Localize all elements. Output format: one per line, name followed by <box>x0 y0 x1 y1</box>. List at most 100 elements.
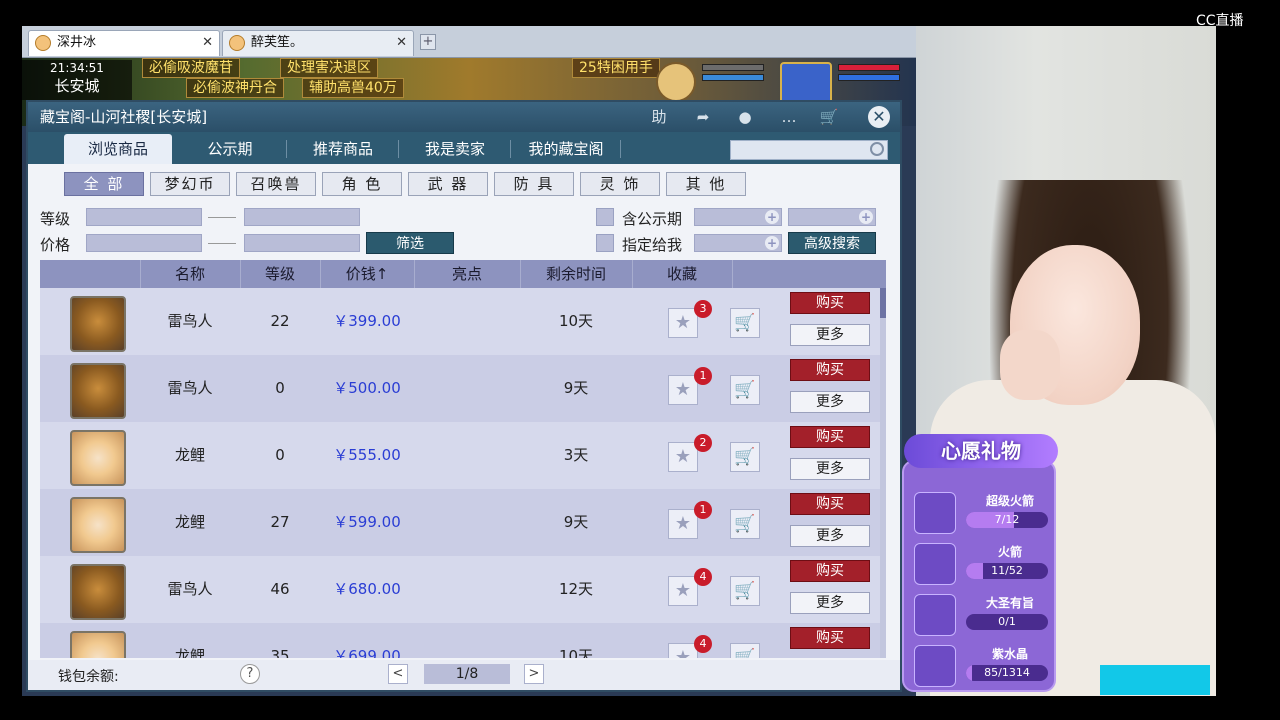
help-button[interactable]: ? <box>240 664 260 684</box>
item-avatar[interactable] <box>70 497 126 553</box>
search-input[interactable] <box>730 140 888 160</box>
buy-button[interactable]: 购买 <box>790 426 870 448</box>
browser-tab-1[interactable]: 深井冰 ✕ <box>28 30 220 56</box>
buy-button[interactable]: 购买 <box>790 627 870 649</box>
wish-item[interactable]: 火箭 11/52 <box>912 541 1052 589</box>
wish-item[interactable]: 超级火箭 7/12 <box>912 490 1052 538</box>
add-to-cart-icon[interactable]: 🛒 <box>730 375 760 405</box>
close-tab-icon[interactable]: ✕ <box>396 31 407 55</box>
table-row[interactable]: 龙鲤35￥699.0010天★4🛒购买更多 <box>40 623 886 658</box>
wish-item[interactable]: 紫水晶 85/1314 <box>912 643 1052 691</box>
tab-label: 深井冰 <box>57 35 97 50</box>
buy-button[interactable]: 购买 <box>790 292 870 314</box>
column-favorite[interactable]: 收藏 <box>632 260 732 288</box>
item-level: 0 <box>275 379 285 397</box>
tab-browse[interactable]: 浏览商品 <box>64 134 172 164</box>
public-select-2[interactable]: + <box>788 208 876 226</box>
new-tab-icon[interactable]: + <box>420 34 436 50</box>
favorite-star-icon[interactable]: ★ <box>668 308 698 338</box>
prev-page-button[interactable]: < <box>388 664 408 684</box>
item-price: ￥500.00 <box>333 379 401 397</box>
tab-public[interactable]: 公示期 <box>176 134 284 164</box>
category-currency[interactable]: 梦幻币 <box>150 172 230 196</box>
scrollbar[interactable] <box>880 288 886 658</box>
column-level[interactable]: 等级 <box>240 260 320 288</box>
pet-portrait-icon[interactable] <box>656 62 696 102</box>
table-row[interactable]: 雷鸟人 46 ￥680.00 12天 ★ 4 🛒 购买 更多 <box>40 556 886 623</box>
dialog-footer: 钱包余额: ? < 1/8 > <box>28 660 900 690</box>
column-name[interactable]: 名称 <box>140 260 240 288</box>
search-icon[interactable] <box>870 142 884 156</box>
price-min-input[interactable] <box>86 234 202 252</box>
category-accessory[interactable]: 灵 饰 <box>580 172 660 196</box>
plus-icon[interactable]: + <box>765 236 779 250</box>
favorite-star-icon[interactable]: ★ <box>668 509 698 539</box>
record-icon[interactable]: ● <box>734 106 756 128</box>
assigned-checkbox[interactable] <box>596 234 614 252</box>
advanced-search-button[interactable]: 高级搜索 <box>788 232 876 254</box>
category-all[interactable]: 全 部 <box>64 172 144 196</box>
tab-my-pavilion[interactable]: 我的藏宝阁 <box>512 134 620 164</box>
item-avatar[interactable] <box>70 363 126 419</box>
scrollbar-thumb[interactable] <box>880 288 886 318</box>
item-avatar[interactable] <box>70 296 126 352</box>
category-character[interactable]: 角 色 <box>322 172 402 196</box>
tab-seller[interactable]: 我是卖家 <box>400 134 510 164</box>
table-row[interactable]: 雷鸟人 0 ￥500.00 9天 ★ 1 🛒 购买 更多 <box>40 355 886 422</box>
cart-icon[interactable]: 🛒 <box>818 106 840 128</box>
buy-button[interactable]: 购买 <box>790 560 870 582</box>
plus-icon[interactable]: + <box>765 210 779 224</box>
add-to-cart-icon[interactable]: 🛒 <box>730 442 760 472</box>
item-avatar[interactable] <box>70 430 126 486</box>
public-select-1[interactable]: + <box>694 208 782 226</box>
level-max-input[interactable] <box>244 208 360 226</box>
add-to-cart-icon[interactable]: 🛒 <box>730 509 760 539</box>
buy-button[interactable]: 购买 <box>790 359 870 381</box>
public-period-checkbox[interactable] <box>596 208 614 226</box>
help-icon[interactable]: 助 <box>648 106 670 128</box>
chat-icon[interactable]: … <box>778 106 800 128</box>
add-to-cart-icon[interactable]: 🛒 <box>730 643 760 658</box>
table-row[interactable]: 龙鲤 27 ￥599.00 9天 ★ 1 🛒 购买 更多 <box>40 489 886 556</box>
column-divider <box>732 260 733 288</box>
close-icon[interactable]: ✕ <box>868 106 890 128</box>
filter-button[interactable]: 筛选 <box>366 232 454 254</box>
browser-tab-2[interactable]: 醉芙笙。 ✕ <box>222 30 414 56</box>
share-icon[interactable]: ➦ <box>692 106 714 128</box>
next-page-button[interactable]: > <box>524 664 544 684</box>
tab-recommended[interactable]: 推荐商品 <box>288 134 398 164</box>
item-avatar[interactable] <box>70 631 126 658</box>
price-max-input[interactable] <box>244 234 360 252</box>
more-button[interactable]: 更多 <box>790 458 870 480</box>
favorite-star-icon[interactable]: ★ <box>668 375 698 405</box>
wish-item[interactable]: 大圣有旨 0/1 <box>912 592 1052 640</box>
item-avatar[interactable] <box>70 564 126 620</box>
more-button[interactable]: 更多 <box>790 525 870 547</box>
category-other[interactable]: 其 他 <box>666 172 746 196</box>
add-to-cart-icon[interactable]: 🛒 <box>730 576 760 606</box>
add-to-cart-icon[interactable]: 🛒 <box>730 308 760 338</box>
assigned-select[interactable]: + <box>694 234 782 252</box>
wish-name: 大圣有旨 <box>985 596 1034 610</box>
buy-button[interactable]: 购买 <box>790 493 870 515</box>
column-price[interactable]: 价钱↑ <box>320 260 414 288</box>
plus-icon[interactable]: + <box>859 210 873 224</box>
assigned-label: 指定给我 <box>622 236 683 254</box>
favorite-count-badge: 4 <box>694 635 712 653</box>
category-summon[interactable]: 召唤兽 <box>236 172 316 196</box>
dialog-tab-bar: 浏览商品 公示期 推荐商品 我是卖家 我的藏宝阁 <box>28 132 900 164</box>
level-min-input[interactable] <box>86 208 202 226</box>
table-row[interactable]: 雷鸟人 22 ￥399.00 10天 ★ 3 🛒 购买 更多 <box>40 288 886 355</box>
close-tab-icon[interactable]: ✕ <box>202 31 213 55</box>
favorite-star-icon[interactable]: ★ <box>668 576 698 606</box>
more-button[interactable]: 更多 <box>790 324 870 346</box>
more-button[interactable]: 更多 <box>790 592 870 614</box>
item-name: 龙鲤 <box>174 446 205 464</box>
category-weapon[interactable]: 武 器 <box>408 172 488 196</box>
more-button[interactable]: 更多 <box>790 391 870 413</box>
category-armor[interactable]: 防 具 <box>494 172 574 196</box>
table-row[interactable]: 龙鲤 0 ￥555.00 3天 ★ 2 🛒 购买 更多 <box>40 422 886 489</box>
favorite-star-icon[interactable]: ★ <box>668 442 698 472</box>
gift-icon <box>914 492 956 534</box>
column-time[interactable]: 剩余时间 <box>520 260 632 288</box>
